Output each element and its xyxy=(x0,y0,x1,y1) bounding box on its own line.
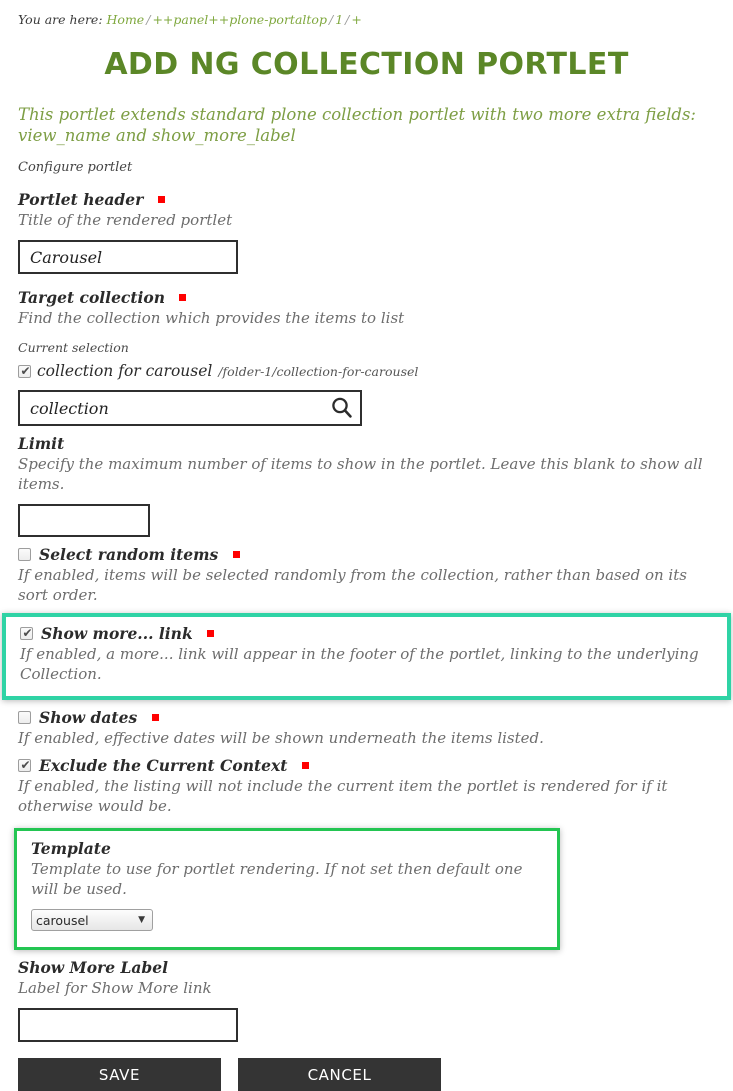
breadcrumb-label: You are here: xyxy=(18,12,103,27)
breadcrumb-item-plus: + xyxy=(351,12,362,27)
breadcrumb-separator: / xyxy=(345,12,350,27)
template-select[interactable]: carousel xyxy=(31,909,153,931)
required-marker-icon xyxy=(151,714,159,721)
required-marker-icon xyxy=(179,294,187,301)
portlet-header-input[interactable] xyxy=(18,240,238,274)
field-show-dates: Show dates If enabled, effective dates w… xyxy=(0,700,733,748)
show-more-label-label: Show More Label xyxy=(18,958,715,977)
exclude-current-context-label-text: Exclude the Current Context xyxy=(39,756,288,775)
template-label: Template xyxy=(31,839,543,858)
save-button[interactable]: Save xyxy=(18,1058,221,1091)
exclude-current-context-label: Exclude the Current Context xyxy=(39,756,309,775)
show-dates-label: Show dates xyxy=(39,708,159,727)
cancel-button[interactable]: Cancel xyxy=(238,1058,441,1091)
current-selection-path: /folder-1/collection-for-carousel xyxy=(218,363,419,379)
template-label-text: Template xyxy=(31,839,111,858)
breadcrumb-item-1[interactable]: 1 xyxy=(335,12,343,27)
required-marker-icon xyxy=(232,551,240,558)
breadcrumb-separator: / xyxy=(328,12,334,27)
show-more-link-checkbox[interactable] xyxy=(20,625,34,641)
show-dates-row: Show dates xyxy=(18,708,715,727)
portlet-header-help: Title of the rendered portlet xyxy=(18,211,233,229)
breadcrumb-item-panel[interactable]: ++panel++plone-portaltop xyxy=(152,12,327,27)
field-show-more-label: Show More Label Label for Show More link xyxy=(0,950,733,1042)
field-show-more-link-highlight: Show more... link If enabled, a more... … xyxy=(2,613,731,700)
portlet-form: Portlet header Title of the rendered por… xyxy=(0,176,733,1091)
field-template-highlight: Template Template to use for portlet ren… xyxy=(14,828,560,950)
select-random-items-label-text: Select random items xyxy=(39,545,219,564)
required-marker-icon xyxy=(157,196,165,203)
select-random-items-help: If enabled, items will be selected rando… xyxy=(18,566,687,604)
current-selection-checkbox[interactable] xyxy=(18,363,32,379)
show-more-link-label-text: Show more... link xyxy=(41,624,193,643)
breadcrumb-separator: / xyxy=(146,12,151,27)
show-more-label-help: Label for Show More link xyxy=(18,979,212,997)
breadcrumb: You are here: Home / ++panel++plone-portal… xyxy=(0,0,733,28)
current-selection-title: collection for carousel xyxy=(37,362,213,380)
field-portlet-header: Portlet header Title of the rendered por… xyxy=(0,176,733,274)
show-dates-help: If enabled, effective dates will be show… xyxy=(18,729,544,747)
field-limit: Limit Specify the maximum number of item… xyxy=(0,426,733,537)
target-collection-label-text: Target collection xyxy=(18,288,166,307)
portlet-header-label-text: Portlet header xyxy=(18,190,144,209)
limit-label-text: Limit xyxy=(18,434,65,453)
select-random-items-row: Select random items xyxy=(18,545,715,564)
exclude-current-context-checkbox[interactable] xyxy=(18,757,32,773)
show-more-link-row: Show more... link xyxy=(20,624,713,643)
show-more-link-help: If enabled, a more... link will appear i… xyxy=(20,645,699,683)
target-collection-label: Target collection xyxy=(18,288,715,307)
template-help: Template to use for portlet rendering. I… xyxy=(31,860,523,898)
limit-input[interactable] xyxy=(18,504,150,537)
page-description: This portlet extends standard plone coll… xyxy=(18,105,696,145)
collection-search xyxy=(18,390,362,426)
select-random-items-checkbox[interactable] xyxy=(18,548,31,561)
field-exclude-current-context: Exclude the Current Context If enabled, … xyxy=(0,748,733,816)
current-selection-row: collection for carousel /folder-1/collec… xyxy=(18,362,715,380)
field-select-random-items: Select random items If enabled, items wi… xyxy=(0,537,733,605)
required-marker-icon xyxy=(207,630,215,637)
show-dates-checkbox[interactable] xyxy=(18,711,31,724)
show-more-label-label-text: Show More Label xyxy=(18,958,168,977)
limit-label: Limit xyxy=(18,434,715,453)
portlet-header-label: Portlet header xyxy=(18,190,715,209)
field-target-collection: Target collection Find the collection wh… xyxy=(0,274,733,426)
form-actions: Save Cancel xyxy=(0,1042,733,1091)
exclude-current-context-row: Exclude the Current Context xyxy=(18,756,715,775)
target-collection-help: Find the collection which provides the i… xyxy=(18,309,405,327)
template-select-wrap: carousel ▼ xyxy=(31,909,153,931)
limit-help: Specify the maximum number of items to s… xyxy=(18,455,703,493)
page-title: Add NG Collection Portlet xyxy=(104,47,629,82)
show-more-label-input[interactable] xyxy=(18,1008,238,1042)
breadcrumb-item-home[interactable]: Home xyxy=(107,12,145,27)
search-icon[interactable] xyxy=(329,395,355,421)
exclude-current-context-help: If enabled, the listing will not include… xyxy=(18,777,668,815)
select-random-items-label: Select random items xyxy=(39,545,240,564)
required-marker-icon xyxy=(301,762,309,769)
current-selection-label: Current selection xyxy=(18,340,129,355)
collection-search-input[interactable] xyxy=(18,390,362,426)
form-legend: Configure portlet xyxy=(18,160,133,175)
show-dates-label-text: Show dates xyxy=(39,708,138,727)
show-more-link-label: Show more... link xyxy=(41,624,215,643)
